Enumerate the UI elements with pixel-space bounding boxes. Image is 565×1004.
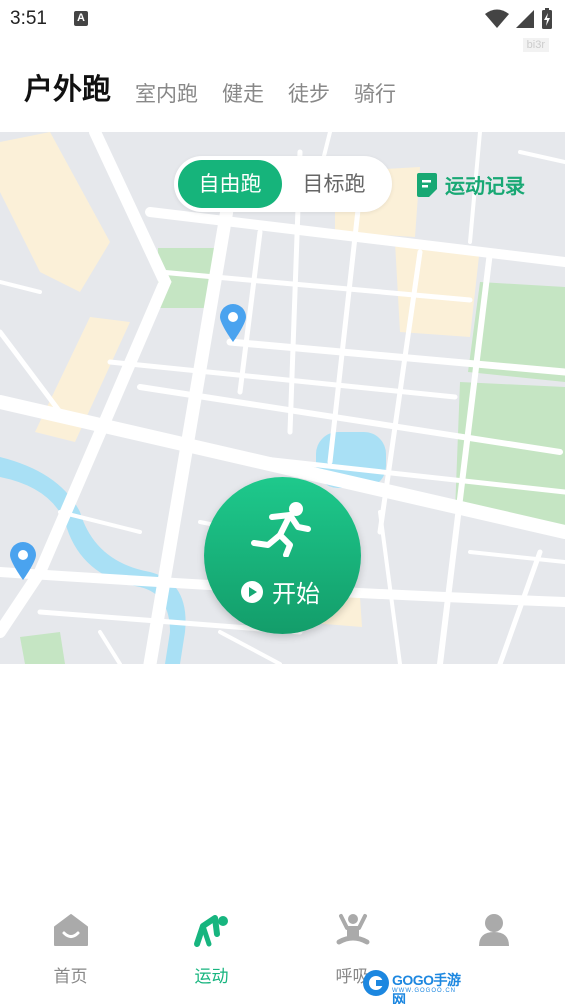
gogo-sub: WWW.GOGOO.CN [392,988,456,994]
battery-icon [542,8,552,29]
status-time: 3:51 [10,8,47,29]
nav-label: 首页 [53,967,88,987]
profile-icon [474,910,514,950]
home-icon [51,910,91,950]
meditation-icon [333,910,373,950]
a-icon: A [74,11,88,26]
tab-walking[interactable]: 健走 [222,78,264,110]
free-run-option[interactable]: 自由跑 [178,160,282,208]
tab-hiking[interactable]: 徒步 [288,78,330,110]
gogo-title: GOGO手游网 [392,972,461,1004]
target-run-option[interactable]: 目标跑 [282,160,386,208]
exercise-record-link[interactable]: 运动记录 [417,170,525,199]
status-tag: bi3r [522,38,549,52]
gogo-logo-icon [363,970,389,996]
status-icons [485,8,553,30]
nav-label: 运动 [194,967,229,987]
tab-label: 室内跑 [135,82,199,106]
tab-label: 骑行 [354,82,397,106]
tab-label: 徒步 [288,82,331,106]
nav-exercise[interactable]: 运动 [141,900,282,1004]
nav-home[interactable]: 首页 [0,900,141,1004]
gogo-watermark-logo: GOGO手游网 WWW.GOGOO.CN [362,965,472,1004]
play-icon [241,580,263,603]
status-bar: 3:51 A bi3r [0,0,565,52]
tab-indoor-run[interactable]: 室内跑 [135,78,198,110]
start-label: 开始 [272,580,320,608]
location-pin-icon[interactable] [220,304,246,342]
record-label: 运动记录 [445,174,525,198]
exercise-icon [192,910,232,950]
signal-icon [516,10,534,28]
tab-label: 健走 [222,82,265,106]
sport-type-tabs: 户外跑 室内跑 健走 徒步 骑行 [24,66,420,110]
location-pin-icon[interactable] [10,542,36,580]
run-mode-toggle: 自由跑 目标跑 [174,156,392,212]
tab-cycling[interactable]: 骑行 [354,78,396,110]
start-button[interactable]: 开始 [204,477,361,634]
bottom-navigation: 首页 运动 呼吸 [0,900,565,1004]
wifi-icon [485,9,509,28]
running-person-icon [251,502,311,557]
tab-outdoor-run[interactable]: 户外跑 [24,66,112,110]
record-icon [417,172,437,197]
tab-label: 户外跑 [24,72,112,106]
